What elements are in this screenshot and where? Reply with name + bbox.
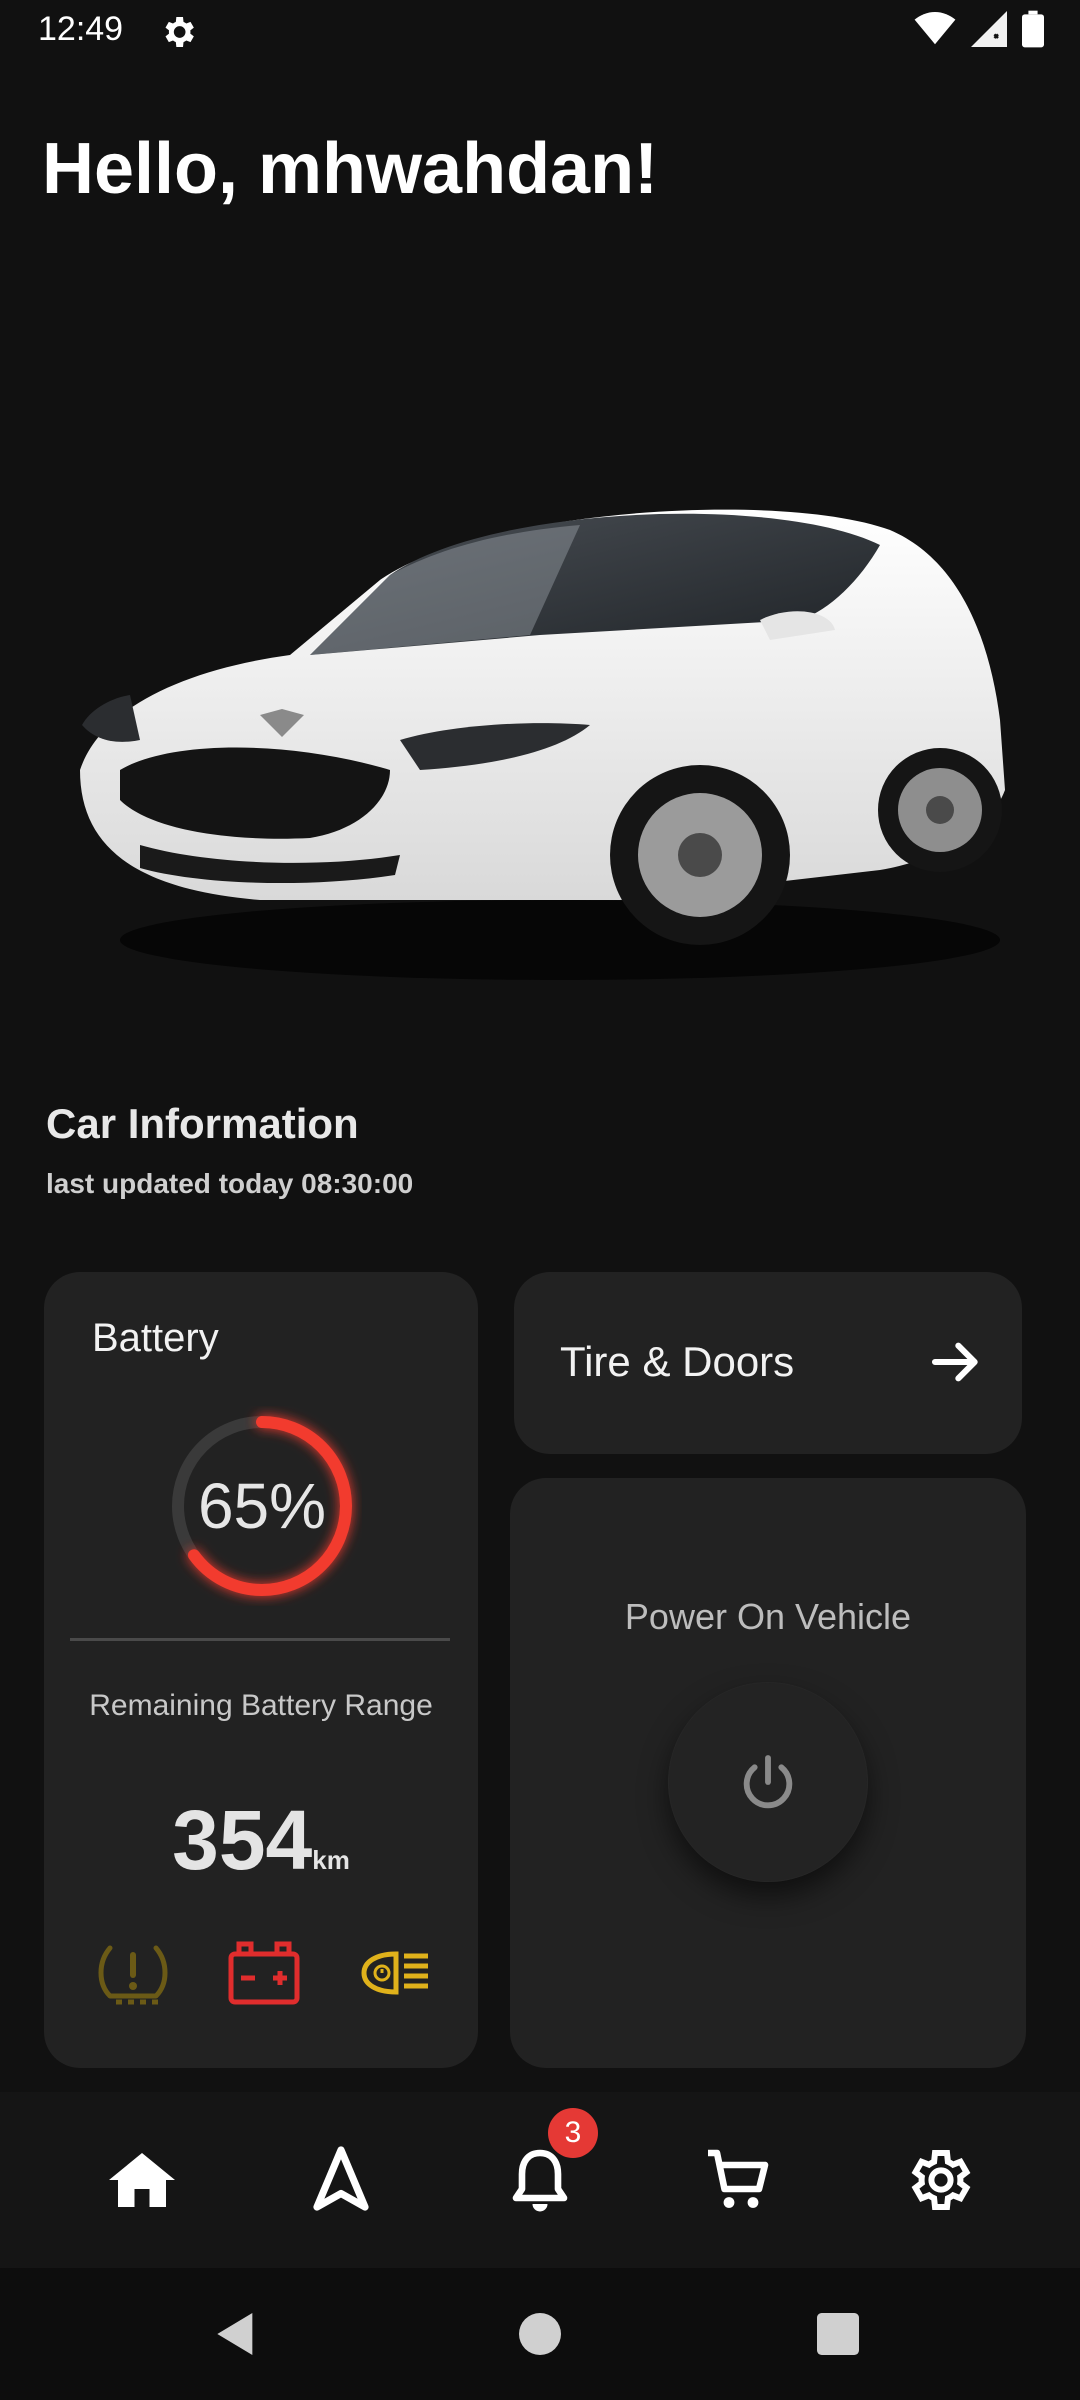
battery-title: Battery [92, 1316, 219, 1360]
wifi-icon [914, 12, 956, 45]
power-label: Power On Vehicle [624, 1596, 912, 1637]
bottom-navigation [0, 2092, 1080, 2268]
status-bar: 12:49 [0, 0, 1080, 64]
last-updated-text: last updated today 08:30:00 [46, 1168, 414, 1199]
signal-icon [971, 11, 1007, 47]
tire-doors-label: Tire & Doors [560, 1338, 795, 1385]
range-value: 354 [172, 1793, 313, 1887]
car-information-title: Car Information [46, 1100, 359, 1147]
range-unit: km [312, 1845, 350, 1875]
battery-icon [1022, 10, 1044, 48]
headlight-warning-icon [361, 1951, 428, 1995]
range-value-wrap: 354km [44, 1792, 478, 1889]
settings-icon[interactable] [902, 2144, 974, 2216]
navigation-icon[interactable] [305, 2144, 377, 2216]
system-navigation [0, 2268, 1080, 2400]
greeting-title: Hello, mhwahdan! [42, 129, 659, 209]
cart-icon[interactable] [702, 2144, 774, 2216]
home-circle-icon[interactable] [512, 2306, 568, 2362]
battery-card[interactable]: Battery 65% Remaining Battery Range 354k… [44, 1272, 478, 2068]
settings-icon [165, 17, 194, 47]
battery-percent: 65% [197, 1470, 327, 1542]
arrow-right-icon [931, 1342, 978, 1382]
divider [70, 1638, 450, 1641]
range-label: Remaining Battery Range [89, 1689, 433, 1722]
status-time: 12:49 [38, 10, 124, 48]
battery-ring: 65% [162, 1406, 362, 1606]
warning-icons [94, 1938, 434, 2008]
car-image [80, 509, 1005, 980]
tire-doors-button[interactable]: Tire & Doors [514, 1272, 1022, 1454]
power-icon [743, 1755, 793, 1809]
notification-badge: 3 [548, 2108, 598, 2158]
battery-warning-icon [228, 1941, 300, 2005]
back-icon[interactable] [208, 2306, 264, 2362]
home-icon[interactable] [106, 2144, 178, 2216]
recents-icon[interactable] [810, 2306, 866, 2362]
power-button[interactable] [668, 1682, 868, 1882]
status-icons [914, 10, 1044, 48]
power-card: Power On Vehicle [510, 1478, 1026, 2068]
tire-pressure-warning-icon [98, 1945, 168, 2005]
